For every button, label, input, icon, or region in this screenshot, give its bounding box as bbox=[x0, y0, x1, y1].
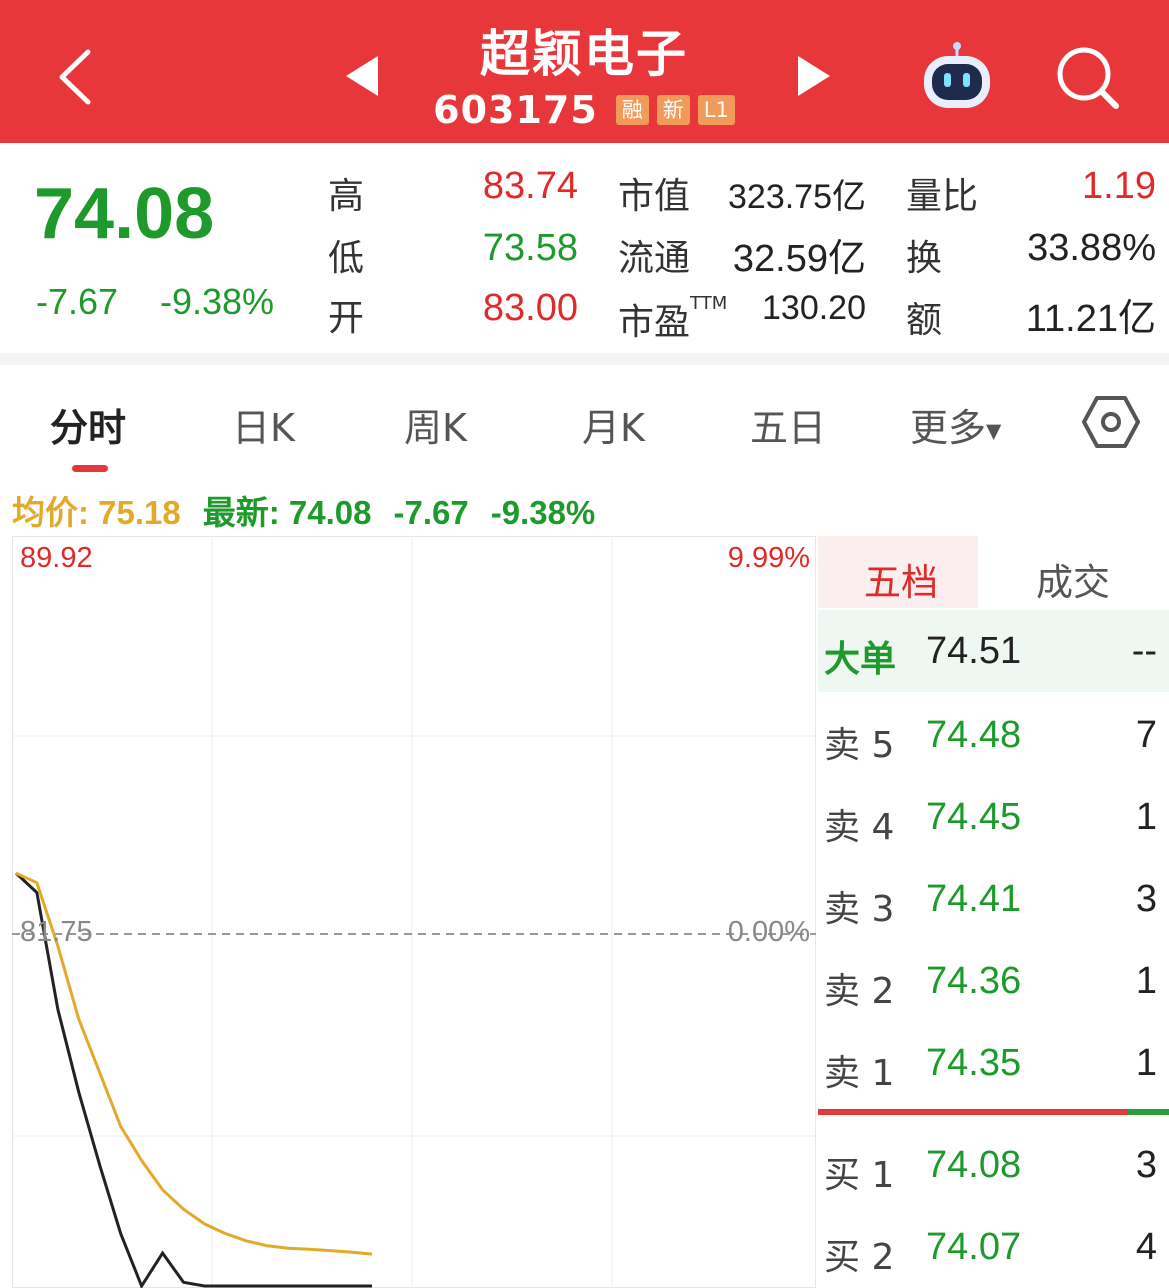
level-tag: L1 bbox=[697, 95, 735, 125]
change-readout: -7.67 bbox=[393, 494, 469, 531]
next-stock-button[interactable] bbox=[792, 52, 836, 100]
prev-stock-button[interactable] bbox=[340, 52, 384, 100]
new-stock-tag: 新 bbox=[656, 95, 690, 125]
order-book: 五档 成交 大单 74.51 -- 卖 5 74.48 7 卖 4 74.45 … bbox=[818, 536, 1169, 1288]
ask-label: 卖 1 bbox=[824, 1053, 895, 1094]
ask-volume: 7 bbox=[1135, 714, 1157, 756]
intraday-chart[interactable]: 89.92 9.99% 81.75 0.00% bbox=[12, 536, 816, 1288]
tab-trades[interactable]: 成交 bbox=[1036, 552, 1110, 606]
pe-label: 市盈TTM bbox=[618, 293, 727, 345]
ask-label: 卖 3 bbox=[824, 889, 895, 930]
stock-code: 603175 bbox=[433, 88, 598, 132]
pct-top-label: 9.99% bbox=[727, 542, 810, 574]
tab-more[interactable]: 更多▼ bbox=[910, 397, 1001, 452]
vol-ratio-label: 量比 bbox=[906, 176, 979, 217]
ask-bid-ratio-bar-green bbox=[1128, 1109, 1169, 1115]
tab-weekly-k[interactable]: 周K bbox=[404, 397, 467, 452]
ask-volume: 3 bbox=[1135, 878, 1157, 920]
vol-ratio-value: 1.19 bbox=[1082, 165, 1156, 207]
next-arrow-icon bbox=[798, 56, 830, 96]
big-order-label: 大单 bbox=[824, 639, 897, 680]
ask-price: 74.35 bbox=[926, 1042, 1022, 1084]
tab-more-label: 更多 bbox=[910, 406, 987, 450]
bid-label: 买 1 bbox=[824, 1155, 895, 1196]
pct-mid-label: 0.00% bbox=[727, 916, 810, 948]
tab-daily-k[interactable]: 日K bbox=[232, 397, 295, 452]
mcap-value: 323.75亿 bbox=[728, 178, 866, 216]
mcap-label: 市值 bbox=[618, 176, 691, 217]
bid-label: 买 2 bbox=[824, 1237, 895, 1278]
pe-label-text: 市盈 bbox=[618, 302, 691, 343]
amount-value: 11.21亿 bbox=[1025, 298, 1156, 340]
search-icon bbox=[1057, 47, 1119, 109]
big-order-volume: -- bbox=[1131, 630, 1157, 672]
price-change-pct: -9.38% bbox=[160, 281, 275, 322]
open-label: 开 bbox=[328, 298, 365, 339]
big-order-row: 大单 74.51 -- bbox=[818, 610, 1169, 692]
float-value: 32.59亿 bbox=[732, 238, 866, 280]
amount-label: 额 bbox=[906, 300, 943, 341]
tab-five-levels[interactable]: 五档 bbox=[864, 552, 938, 606]
tab-five-day[interactable]: 五日 bbox=[750, 397, 826, 452]
back-button[interactable] bbox=[52, 42, 112, 112]
change-pct-readout: -9.38% bbox=[490, 494, 596, 531]
tab-intraday[interactable]: 分时 bbox=[50, 397, 126, 452]
price-mid-label: 81.75 bbox=[20, 916, 93, 948]
price-top-label: 89.92 bbox=[20, 542, 93, 574]
low-value: 73.58 bbox=[482, 227, 578, 269]
bid-price: 74.07 bbox=[926, 1226, 1022, 1268]
chart-settings-button[interactable] bbox=[1082, 393, 1140, 451]
bid-price: 74.08 bbox=[926, 1144, 1022, 1186]
open-value: 83.00 bbox=[482, 287, 578, 329]
ask-volume: 1 bbox=[1135, 1042, 1157, 1084]
section-divider bbox=[0, 353, 1169, 365]
turnover-label: 换 bbox=[906, 238, 943, 279]
assistant-button[interactable] bbox=[918, 40, 996, 116]
back-icon bbox=[59, 49, 91, 105]
ask-volume: 1 bbox=[1135, 796, 1157, 838]
quote-panel: 74.08 -7.67 -9.38% 高 83.74 低 73.58 开 83.… bbox=[0, 143, 1169, 353]
ask-label: 卖 2 bbox=[824, 971, 895, 1012]
latest-price-readout: 最新: 74.08 bbox=[202, 494, 372, 531]
prev-arrow-icon bbox=[346, 56, 378, 96]
low-label: 低 bbox=[328, 238, 365, 279]
big-order-price: 74.51 bbox=[926, 630, 1022, 672]
ask-bid-ratio-bar-red bbox=[818, 1109, 1128, 1115]
pe-ttm-suffix: TTM bbox=[690, 293, 728, 314]
ask-price: 74.41 bbox=[926, 878, 1022, 920]
float-label: 流通 bbox=[618, 238, 691, 279]
chart-tabs: 分时 日K 周K 月K 五日 更多▼ bbox=[0, 365, 1169, 475]
price-change: -7.67 bbox=[36, 281, 119, 322]
chart-info-line: 均价: 75.18 最新: 74.08 -7.67 -9.38% bbox=[12, 486, 617, 534]
settings-hexagon-icon bbox=[1082, 396, 1140, 448]
margin-tag: 融 bbox=[615, 95, 649, 125]
turnover-value: 33.88% bbox=[1027, 227, 1156, 269]
bid-volume: 4 bbox=[1135, 1226, 1157, 1268]
high-label: 高 bbox=[328, 176, 365, 217]
stock-code-row: 603175 融 新 L1 bbox=[384, 88, 784, 132]
ask-volume: 1 bbox=[1135, 960, 1157, 1002]
bid-volume: 3 bbox=[1135, 1144, 1157, 1186]
pe-value: 130.20 bbox=[762, 289, 866, 327]
tab-monthly-k[interactable]: 月K bbox=[582, 397, 645, 452]
stock-name: 超颖电子 bbox=[480, 25, 688, 83]
active-tab-indicator bbox=[72, 465, 108, 472]
ask-label: 卖 4 bbox=[824, 807, 895, 848]
search-button[interactable] bbox=[1052, 42, 1124, 114]
ask-price: 74.48 bbox=[926, 714, 1022, 756]
ask-price: 74.45 bbox=[926, 796, 1022, 838]
dropdown-caret-icon: ▼ bbox=[986, 418, 1002, 443]
intraday-chart-svg bbox=[12, 536, 816, 1288]
avg-price-readout: 均价: 75.18 bbox=[12, 494, 181, 531]
header-bar: 超颖电子 603175 融 新 L1 bbox=[0, 0, 1169, 143]
ask-price: 74.36 bbox=[926, 960, 1022, 1002]
current-price: 74.08 bbox=[34, 174, 215, 254]
ask-label: 卖 5 bbox=[824, 725, 895, 766]
high-value: 83.74 bbox=[482, 165, 578, 207]
robot-icon bbox=[924, 42, 990, 108]
